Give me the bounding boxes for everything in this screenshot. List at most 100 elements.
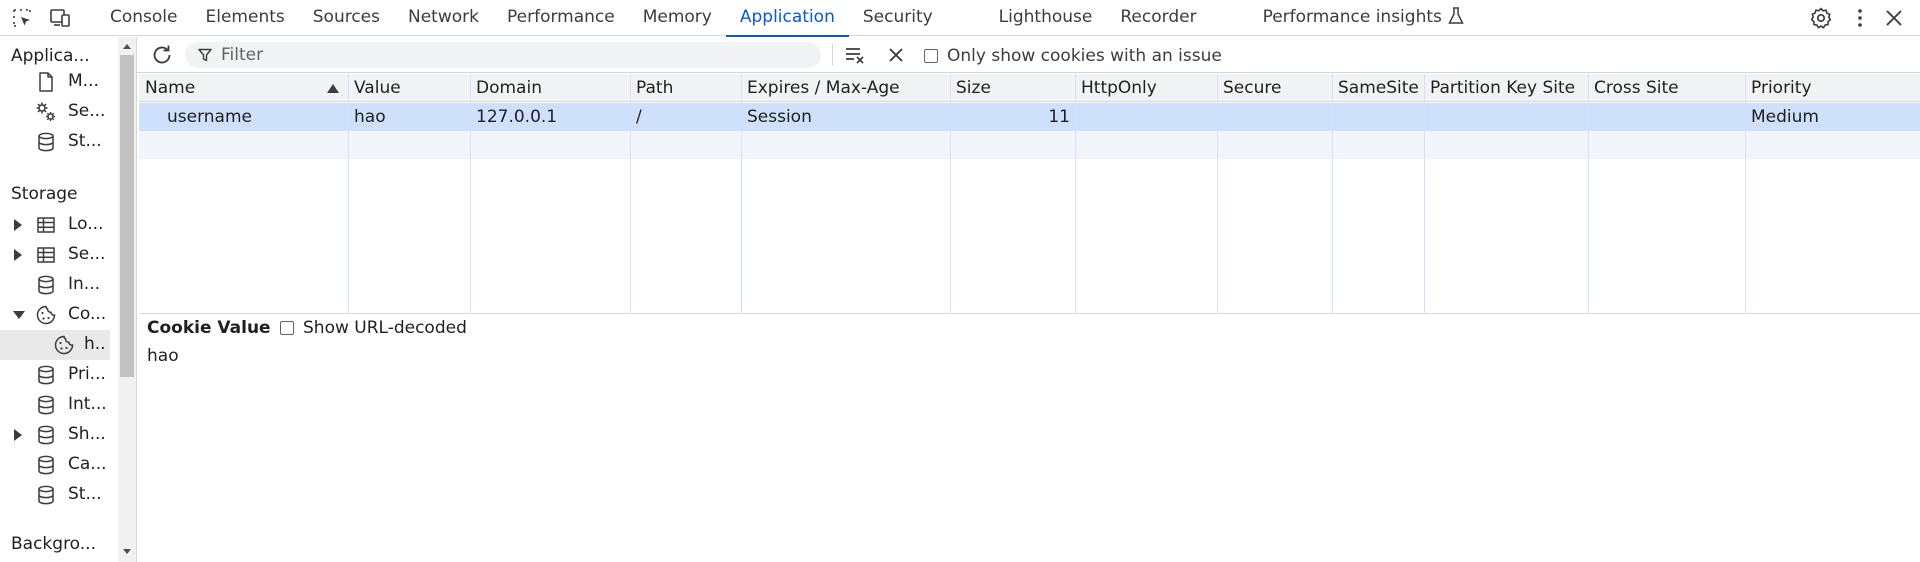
tab-network[interactable]: Network: [394, 0, 493, 36]
sidebar-item-session-storage[interactable]: Se...: [0, 240, 110, 270]
column-header-path[interactable]: Path: [630, 74, 741, 102]
tab-application[interactable]: Application: [725, 0, 849, 37]
toolbar-separator: [832, 44, 833, 66]
scroll-down-arrow-icon[interactable]: [123, 549, 131, 554]
sidebar-item-label: Se...: [68, 101, 106, 121]
tab-lighthouse[interactable]: Lighthouse: [985, 0, 1107, 36]
sidebar-item-manifest[interactable]: M...: [0, 67, 110, 97]
filter-field[interactable]: [185, 42, 821, 68]
scroll-up-arrow-icon[interactable]: [123, 44, 131, 49]
column-header-size[interactable]: Size: [950, 74, 1075, 102]
database-icon: [35, 364, 57, 386]
sort-ascending-icon: [327, 84, 339, 93]
flask-icon: [1448, 3, 1464, 38]
collapse-arrow-icon[interactable]: [13, 311, 25, 319]
sidebar-item-cookies[interactable]: Co...: [0, 300, 110, 330]
inspect-element-icon[interactable]: [10, 6, 34, 30]
column-header-httponly[interactable]: HttpOnly: [1075, 74, 1217, 102]
sidebar-divider[interactable]: [136, 37, 137, 562]
only-issues-checkbox-box[interactable]: [924, 49, 938, 63]
cell-samesite: [1332, 103, 1424, 131]
sidebar-item-private-state-tokens[interactable]: Pri...: [0, 360, 110, 390]
column-header-samesite[interactable]: SameSite: [1332, 74, 1424, 102]
sidebar-item-label: St...: [68, 131, 102, 151]
table-row-empty: [139, 131, 1920, 159]
devtools-tab-bar: Console Elements Sources Network Perform…: [0, 0, 1920, 37]
column-header-priority[interactable]: Priority: [1745, 74, 1920, 102]
column-header-secure[interactable]: Secure: [1217, 74, 1332, 102]
sidebar-item-storage-overview[interactable]: St...: [0, 127, 110, 157]
refresh-icon[interactable]: [149, 42, 175, 68]
scrollbar-thumb[interactable]: [120, 55, 134, 377]
database-icon: [35, 484, 57, 506]
database-icon: [35, 454, 57, 476]
tab-performance-insights-label: Performance insights: [1262, 7, 1442, 27]
sidebar-heading-background-services: Backgro...: [11, 534, 96, 554]
tab-elements[interactable]: Elements: [192, 0, 299, 36]
sidebar-item-interest-groups[interactable]: Int...: [0, 390, 110, 420]
sidebar-item-indexeddb[interactable]: In...: [0, 270, 110, 300]
delete-selected-cookie-icon[interactable]: [885, 44, 907, 66]
sidebar-item-label: M...: [68, 71, 99, 91]
document-icon: [35, 71, 57, 93]
cell-cross-site: [1588, 103, 1745, 131]
cell-size: 11: [1048, 107, 1070, 127]
sidebar-item-label: Pri...: [68, 364, 106, 384]
tab-memory[interactable]: Memory: [629, 0, 726, 36]
sidebar-item-label: Sh...: [68, 424, 106, 444]
show-url-decoded-checkbox[interactable]: Show URL-decoded: [280, 318, 467, 338]
show-url-decoded-checkbox-box[interactable]: [280, 321, 294, 335]
cell-domain: 127.0.0.1: [476, 107, 558, 127]
tab-security[interactable]: Security: [849, 0, 985, 36]
sidebar-item-label: Se...: [68, 244, 106, 264]
sidebar-heading-application: Applica...: [11, 46, 90, 66]
sidebar-scrollbar[interactable]: [118, 37, 136, 562]
cell-value: hao: [354, 107, 386, 127]
sidebar-item-cookie-origin[interactable]: h..: [0, 330, 110, 360]
application-sidebar: Applica... M... Se... St... Storage Lo..…: [0, 37, 118, 562]
close-icon[interactable]: [1882, 6, 1906, 30]
cookie-icon: [35, 304, 57, 326]
column-header-domain[interactable]: Domain: [470, 74, 630, 102]
sidebar-item-label: Int...: [68, 394, 107, 414]
filter-input[interactable]: [221, 43, 801, 67]
cookie-icon: [53, 334, 75, 356]
sidebar-item-label: Co...: [68, 304, 107, 324]
tab-sources[interactable]: Sources: [299, 0, 394, 36]
expand-arrow-icon[interactable]: [14, 249, 22, 261]
expand-arrow-icon[interactable]: [14, 219, 22, 231]
show-url-decoded-label: Show URL-decoded: [303, 318, 467, 338]
sidebar-item-storage-buckets[interactable]: St...: [0, 480, 110, 510]
table-icon: [35, 214, 57, 236]
settings-icon[interactable]: [1809, 6, 1833, 30]
cookies-table: Name Value Domain Path Expires / Max-Age…: [139, 74, 1920, 314]
column-header-name[interactable]: Name: [139, 74, 348, 102]
column-header-label: Name: [145, 78, 196, 98]
sidebar-item-local-storage[interactable]: Lo...: [0, 210, 110, 240]
column-header-cross-site[interactable]: Cross Site: [1588, 74, 1745, 102]
sidebar-item-shared-storage[interactable]: Sh...: [0, 420, 110, 450]
column-header-expires[interactable]: Expires / Max-Age: [741, 74, 950, 102]
sidebar-item-label: St...: [68, 484, 102, 504]
only-issues-label: Only show cookies with an issue: [947, 46, 1222, 66]
column-header-partition-key-site[interactable]: Partition Key Site: [1424, 74, 1588, 102]
cell-name: username: [167, 107, 252, 127]
tab-performance[interactable]: Performance: [493, 0, 629, 36]
column-header-value[interactable]: Value: [348, 74, 470, 102]
filter-funnel-icon: [197, 47, 213, 63]
tab-recorder[interactable]: Recorder: [1106, 0, 1248, 36]
cookie-value-text: hao: [147, 346, 179, 366]
sidebar-item-service-workers[interactable]: Se...: [0, 97, 110, 127]
cookies-toolbar: Only show cookies with an issue: [137, 37, 1920, 73]
device-toolbar-icon[interactable]: [48, 6, 72, 30]
expand-arrow-icon[interactable]: [14, 429, 22, 441]
sidebar-item-label: Ca...: [68, 454, 107, 474]
tab-console[interactable]: Console: [96, 0, 192, 36]
cell-expires: Session: [747, 107, 812, 127]
cell-partition-key-site: [1424, 103, 1588, 131]
tab-performance-insights[interactable]: Performance insights: [1249, 0, 1478, 36]
more-options-icon[interactable]: [1848, 6, 1872, 30]
only-issues-checkbox[interactable]: Only show cookies with an issue: [924, 46, 1222, 66]
clear-all-cookies-icon[interactable]: [843, 43, 867, 67]
sidebar-item-cache-storage[interactable]: Ca...: [0, 450, 110, 480]
